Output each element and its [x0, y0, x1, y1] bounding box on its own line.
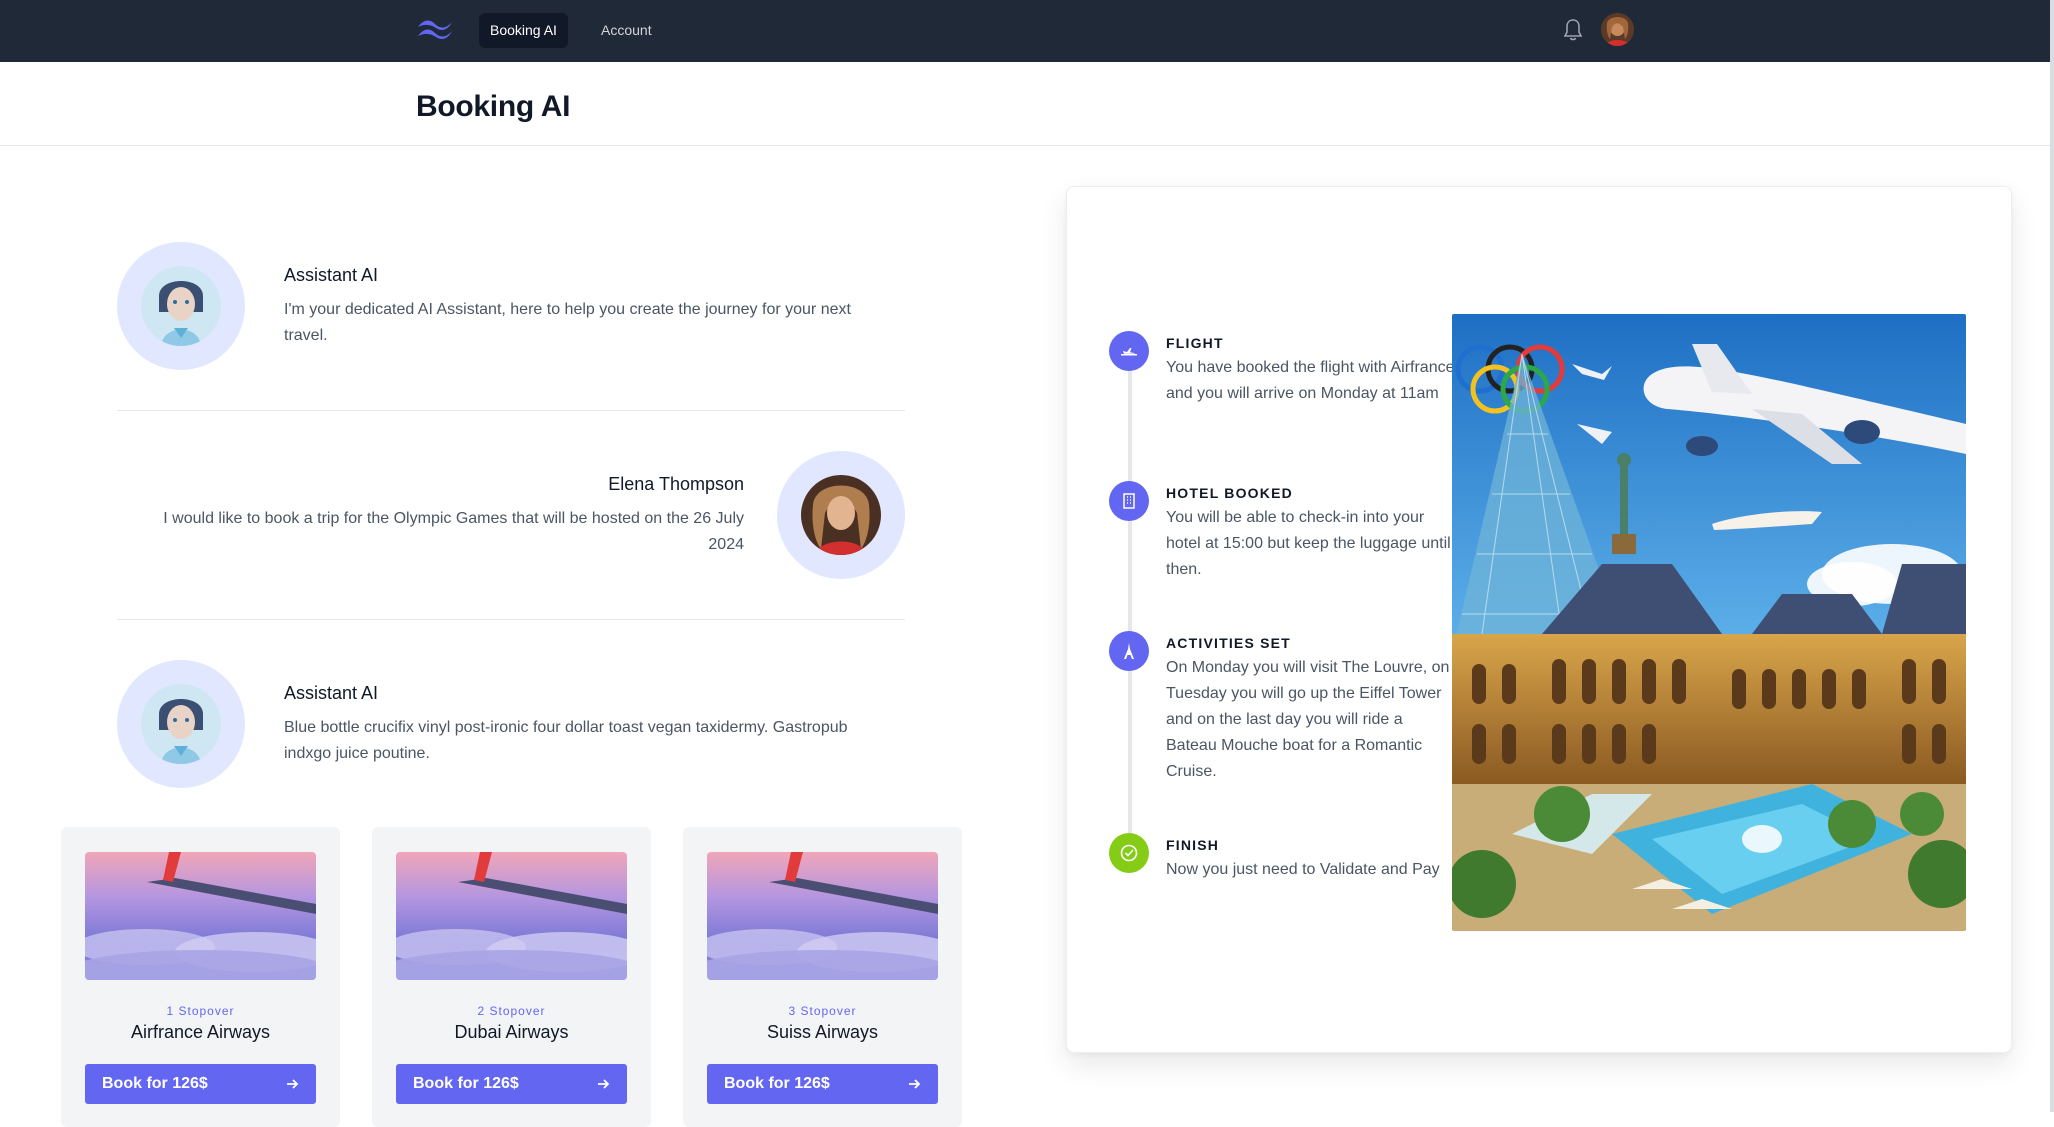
- message-sender: Elena Thompson: [608, 474, 744, 494]
- message-sender: Assistant AI: [284, 683, 379, 703]
- message-sender: Assistant AI: [284, 265, 379, 285]
- user-avatar: [801, 475, 881, 555]
- flight-thumbnail: [396, 852, 627, 980]
- plane-icon: [1121, 348, 1137, 356]
- book-button-label: Book for 126$: [724, 1075, 830, 1092]
- message-text: I'm your dedicated AI Assistant, here to…: [284, 301, 851, 344]
- timeline-connector: [1128, 352, 1132, 852]
- step-description: Now you just need to Validate and Pay: [1166, 861, 1440, 878]
- book-flight-button[interactable]: Book for 126$: [707, 1064, 938, 1104]
- step-title: ACTIVITIES SET: [1166, 635, 1291, 651]
- message-text: I would like to book a trip for the Olym…: [163, 510, 744, 553]
- flight-card: 1 Stopover Airfrance Airways Book for 12…: [61, 827, 340, 1127]
- page-title: Booking AI: [416, 90, 571, 123]
- assistant-avatar-bubble: [117, 660, 245, 788]
- arrow-right-icon: [909, 1079, 921, 1089]
- tailwind-wave-logo[interactable]: [416, 17, 454, 41]
- user-avatar-bubble: [777, 451, 905, 579]
- step-description: You will be able to check-in into your h…: [1166, 509, 1451, 578]
- window-edge: [2050, 0, 2054, 1112]
- chat-message-user: Elena Thompson I would like to book a tr…: [117, 451, 905, 581]
- flight-thumbnail: [85, 852, 316, 980]
- book-flight-button[interactable]: Book for 126$: [85, 1064, 316, 1104]
- tab-account[interactable]: Account: [590, 13, 663, 48]
- flight-card: 2 Stopover Dubai Airways Book for 126$: [372, 827, 651, 1127]
- book-button-label: Book for 126$: [413, 1075, 519, 1092]
- check-circle-icon: [1120, 844, 1138, 862]
- chat-divider: [117, 619, 905, 620]
- stopover-label: 3 Stopover: [788, 1004, 857, 1018]
- step-description: You have booked the flight with Airfranc…: [1166, 359, 1455, 402]
- step-dot: [1109, 833, 1149, 873]
- airline-name: Dubai Airways: [454, 1022, 569, 1042]
- stopover-label: 2 Stopover: [477, 1004, 546, 1018]
- robot-avatar: [141, 266, 221, 346]
- stopover-label: 1 Stopover: [166, 1004, 235, 1018]
- arrow-right-icon: [287, 1079, 299, 1089]
- airline-name: Airfrance Airways: [130, 1022, 271, 1042]
- book-flight-button[interactable]: Book for 126$: [396, 1064, 627, 1104]
- arrow-right-icon: [598, 1079, 610, 1089]
- step-dot: [1109, 481, 1149, 521]
- assistant-avatar-bubble: [117, 242, 245, 370]
- step-dot: [1109, 331, 1149, 371]
- robot-avatar: [141, 684, 221, 764]
- bell-icon[interactable]: [1561, 17, 1585, 43]
- chat-message-assistant: Assistant AI I'm your dedicated AI Assis…: [117, 242, 905, 372]
- step-dot: [1109, 631, 1149, 671]
- step-title: HOTEL BOOKED: [1166, 485, 1293, 501]
- top-navbar: Booking AI Account: [0, 0, 2054, 62]
- chat-message-assistant: Assistant AI Blue bottle crucifix vinyl …: [117, 660, 905, 790]
- step-title: FLIGHT: [1166, 335, 1224, 351]
- building-icon: [1123, 493, 1135, 509]
- flight-thumbnail: [707, 852, 938, 980]
- user-avatar-menu[interactable]: [1601, 13, 1634, 46]
- message-text: Blue bottle crucifix vinyl post-ironic f…: [284, 719, 848, 762]
- airline-name: Suiss Airways: [766, 1022, 879, 1042]
- flight-card: 3 Stopover Suiss Airways Book for 126$: [683, 827, 962, 1127]
- paris-olympics-illustration: [1452, 314, 1966, 931]
- chat-divider: [117, 410, 905, 411]
- page-header: Booking AI: [0, 62, 2054, 146]
- step-description: On Monday you will visit The Louvre, on …: [1166, 659, 1450, 780]
- book-button-label: Book for 126$: [102, 1075, 208, 1092]
- eiffel-tower-icon: [1124, 643, 1134, 659]
- tab-booking-ai[interactable]: Booking AI: [479, 13, 568, 48]
- step-title: FINISH: [1166, 837, 1220, 853]
